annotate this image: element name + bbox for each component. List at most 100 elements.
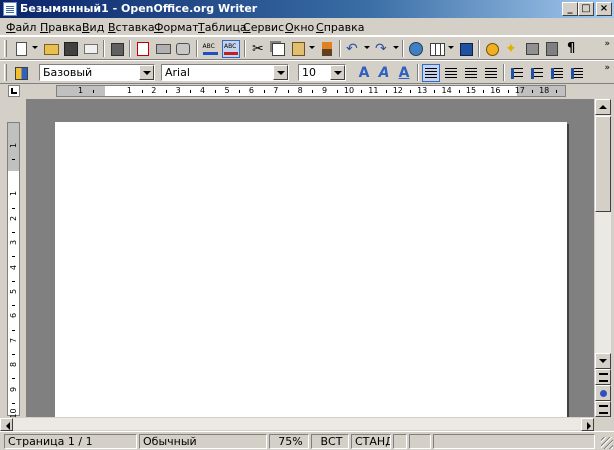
scroll-left-button[interactable]: [0, 418, 13, 431]
print-button[interactable]: [154, 40, 172, 58]
standard-toolbar-overflow-icon[interactable]: »: [604, 40, 610, 49]
styles-and-formatting-button[interactable]: [12, 64, 30, 82]
tab-type-selector-icon[interactable]: [8, 85, 20, 97]
scroll-up-button[interactable]: [595, 99, 611, 115]
menu-help[interactable]: Справка: [316, 21, 364, 34]
table-button[interactable]: [428, 40, 446, 58]
align-right-button[interactable]: [462, 64, 480, 82]
menu-view[interactable]: Вид: [82, 21, 104, 34]
menu-window[interactable]: Окно: [285, 21, 314, 34]
menu-format[interactable]: Формат: [154, 21, 199, 34]
ruler-number: 12: [392, 86, 403, 95]
new-document-button[interactable]: [12, 40, 30, 58]
font-name-dropdown-icon[interactable]: [273, 65, 288, 80]
menu-insert[interactable]: Вставка: [108, 21, 155, 34]
document-workspace[interactable]: [26, 99, 594, 417]
toolbar-grip[interactable]: [4, 40, 7, 57]
send-mail-button[interactable]: [82, 40, 100, 58]
navigator-button[interactable]: [483, 40, 501, 58]
status-zoom[interactable]: 75%: [269, 434, 309, 449]
scroll-right-button[interactable]: [581, 418, 594, 431]
scroll-down-button[interactable]: [595, 353, 611, 369]
minimize-button[interactable]: _: [562, 2, 578, 16]
vertical-ruler[interactable]: 1 1 2 3 4 5 6 7 8 9 10: [7, 122, 20, 429]
menu-edit[interactable]: Правка: [40, 21, 82, 34]
export-pdf-button[interactable]: [134, 40, 152, 58]
bullets-button[interactable]: [528, 64, 546, 82]
status-page[interactable]: Страница 1 / 1: [4, 434, 137, 449]
vertical-scrollbar[interactable]: [594, 99, 611, 417]
horizontal-scrollbar[interactable]: [0, 417, 594, 431]
show-draw-functions-button[interactable]: [457, 40, 475, 58]
paragraph-style-combo[interactable]: Базовый: [39, 64, 155, 81]
status-page-style[interactable]: Обычный: [139, 434, 267, 449]
horizontal-ruler[interactable]: 1 1 2 3 4 5 6 7 8 9 10 11 12 13 14 15 16 17 18: [56, 85, 566, 97]
table-dropdown-arrow[interactable]: [448, 46, 454, 49]
writer-app-icon[interactable]: [3, 2, 17, 16]
next-page-button[interactable]: [595, 401, 611, 417]
numbering-button[interactable]: [508, 64, 526, 82]
paste-button[interactable]: [289, 40, 307, 58]
ruler-number: 8: [9, 362, 18, 368]
scroll-up-arrow-icon: [599, 105, 607, 109]
save-button[interactable]: [62, 40, 80, 58]
redo-dropdown-arrow[interactable]: [393, 46, 399, 49]
open-button[interactable]: [42, 40, 60, 58]
navigation-button[interactable]: [595, 385, 611, 401]
print-preview-button[interactable]: [174, 40, 192, 58]
italic-button[interactable]: A: [375, 64, 393, 82]
cut-button[interactable]: ✂: [249, 40, 267, 58]
font-size-dropdown-icon[interactable]: [330, 65, 345, 80]
bold-button[interactable]: A: [355, 64, 373, 82]
justify-button[interactable]: [482, 64, 500, 82]
formatting-toolbar-overflow-icon[interactable]: »: [604, 64, 610, 73]
ruler-tick: [532, 90, 533, 93]
align-left-button[interactable]: [422, 64, 440, 82]
data-sources-button[interactable]: [523, 40, 541, 58]
ruler-tick: [239, 90, 241, 93]
menu-file[interactable]: Файл: [6, 21, 36, 34]
font-name-combo[interactable]: Arial: [161, 64, 289, 81]
formatting-marks-toggle-button[interactable]: ¶: [563, 40, 581, 58]
increase-indent-button[interactable]: [568, 64, 586, 82]
redo-button[interactable]: ↷: [373, 40, 391, 58]
autospellcheck-button[interactable]: ABC: [222, 40, 240, 58]
toolbar-grip[interactable]: [4, 64, 7, 81]
formatting-marks-button[interactable]: [543, 40, 561, 58]
status-modified-indicator[interactable]: [393, 434, 407, 449]
edit-file-button[interactable]: [108, 40, 126, 58]
format-paintbrush-button[interactable]: [318, 40, 336, 58]
ruler-number: 3: [9, 240, 18, 246]
document-page[interactable]: [55, 122, 567, 417]
gallery-button[interactable]: ✦: [503, 40, 521, 58]
resize-grip-icon[interactable]: [601, 437, 613, 449]
status-selection-mode[interactable]: СТАНД: [351, 434, 391, 449]
previous-page-button[interactable]: [595, 369, 611, 385]
decrease-indent-button[interactable]: [548, 64, 566, 82]
undo-icon: ↶: [346, 41, 358, 57]
close-button[interactable]: ×: [596, 2, 612, 16]
align-center-button[interactable]: [442, 64, 460, 82]
ruler-tick: [385, 90, 387, 93]
paste-dropdown-arrow[interactable]: [309, 46, 315, 49]
hyperlink-button[interactable]: [407, 40, 425, 58]
scroll-right-arrow-icon: [587, 422, 591, 430]
menu-tools[interactable]: Сервис: [243, 21, 284, 34]
menu-table[interactable]: Таблица: [198, 21, 247, 34]
status-signature-indicator[interactable]: [409, 434, 431, 449]
maximize-button[interactable]: □: [578, 2, 594, 16]
underline-button[interactable]: A: [395, 64, 413, 82]
undo-dropdown-arrow[interactable]: [364, 46, 370, 49]
copy-button[interactable]: [269, 40, 287, 58]
new-dropdown-arrow[interactable]: [32, 46, 38, 49]
toolbar-separator: [244, 40, 246, 57]
status-insert-mode[interactable]: ВСТ: [311, 434, 349, 449]
ruler-number: 11: [368, 86, 379, 95]
font-size-combo[interactable]: 10: [298, 64, 346, 81]
ruler-number: 6: [248, 86, 254, 95]
spellcheck-icon: ABC: [202, 43, 218, 55]
paragraph-style-dropdown-icon[interactable]: [139, 65, 154, 80]
vertical-scroll-thumb[interactable]: [595, 116, 611, 212]
spellcheck-button[interactable]: ABC: [201, 40, 219, 58]
undo-button[interactable]: ↶: [344, 40, 362, 58]
